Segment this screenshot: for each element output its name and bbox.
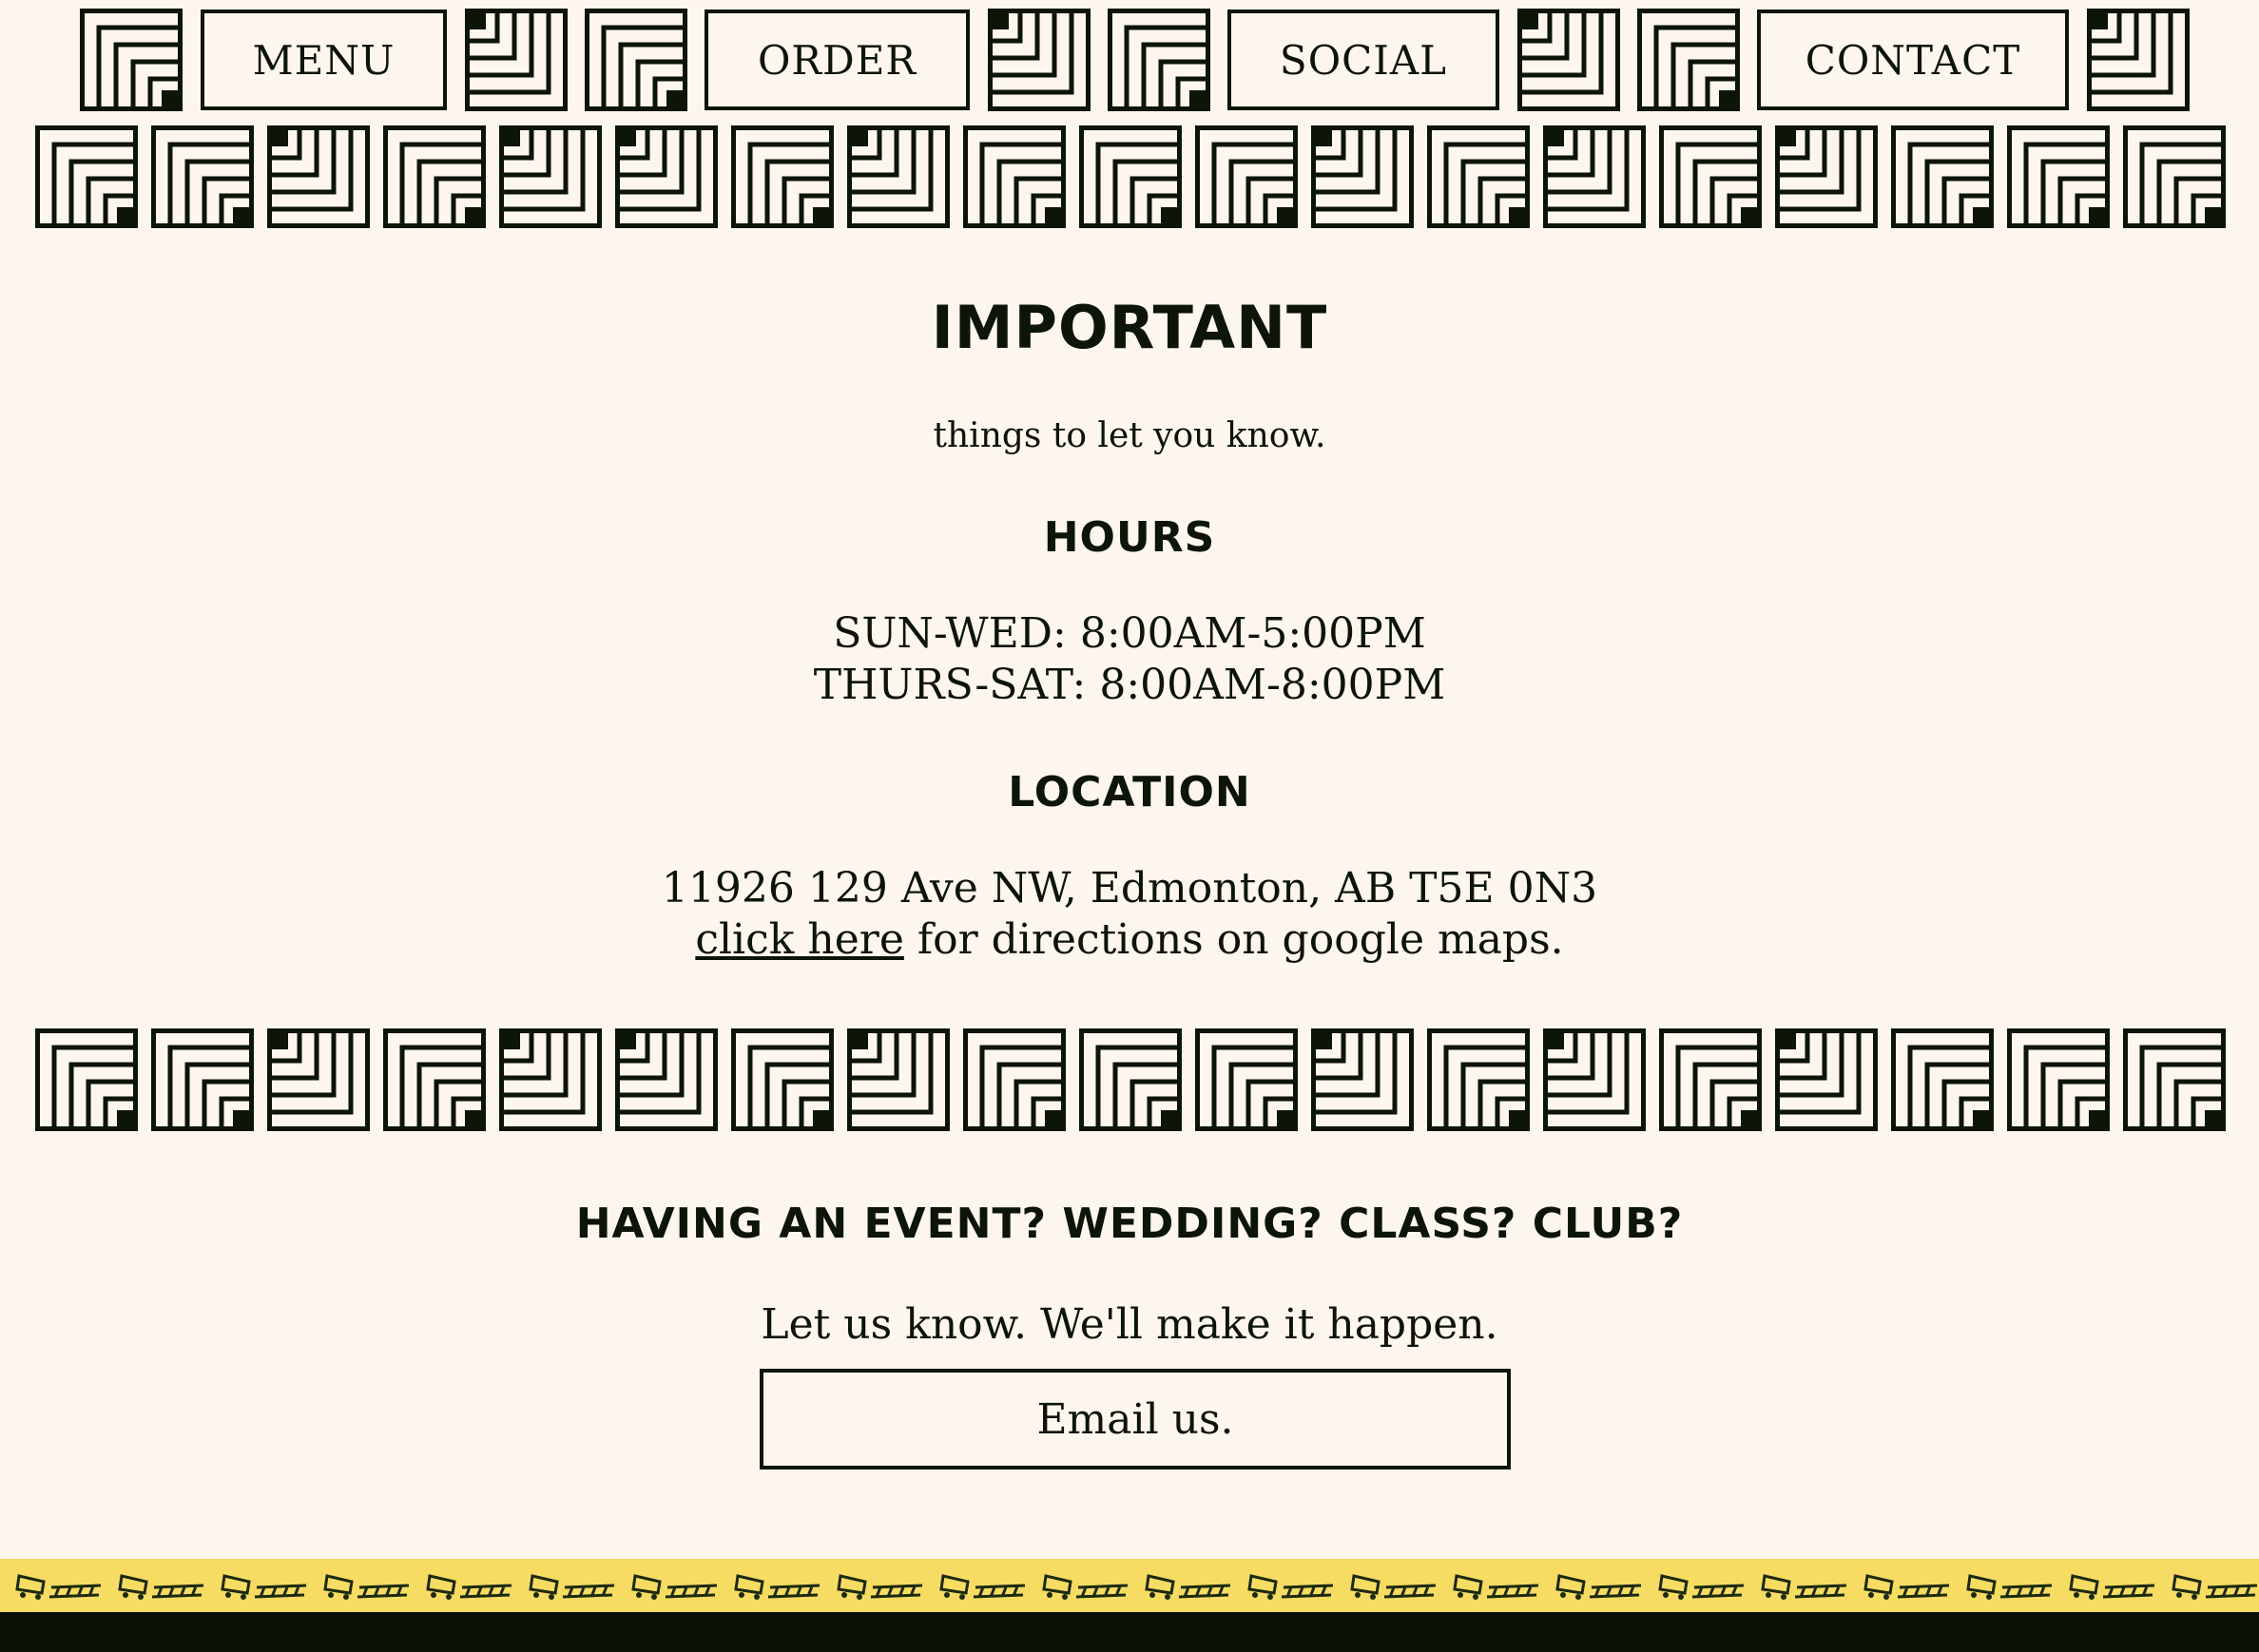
maze-tile-icon: [1659, 125, 1762, 228]
maze-tile-icon: [267, 1028, 370, 1131]
maze-tile-icon: [988, 9, 1091, 111]
maze-tile-icon: [383, 125, 486, 228]
maze-tile-icon: [2123, 1028, 2226, 1131]
maze-tile-icon: [847, 125, 950, 228]
directions-line: click here for directions on google maps…: [0, 914, 2259, 966]
maze-tile-icon: [1775, 125, 1878, 228]
maze-tile-icon: [1427, 125, 1530, 228]
rail-car-icon: [426, 1574, 512, 1600]
maze-tile-icon: [383, 1028, 486, 1131]
event-heading: HAVING AN EVENT? WEDDING? CLASS? CLUB?: [575, 1200, 1684, 1248]
rail-car-icon: [529, 1574, 615, 1600]
location-details: 11926 129 Ave NW, Edmonton, AB T5E 0N3 c…: [0, 863, 2259, 966]
maze-tile-icon: [151, 125, 254, 228]
maze-tile-icon: [1311, 1028, 1414, 1131]
maze-tile-icon: [585, 9, 687, 111]
maze-tile-icon: [1427, 1028, 1530, 1131]
maze-tile-icon: [151, 1028, 254, 1131]
rail-car-icon: [1145, 1574, 1231, 1600]
decorative-tile-border-middle: [0, 1027, 2259, 1133]
directions-link[interactable]: click here: [695, 915, 904, 964]
maze-tile-icon: [1543, 1028, 1646, 1131]
maze-tile-icon: [1517, 9, 1620, 111]
maze-tile-icon: [731, 1028, 834, 1131]
nav-order-button[interactable]: ORDER: [705, 10, 970, 110]
rail-car-icon: [1555, 1574, 1642, 1600]
maze-tile-icon: [35, 1028, 138, 1131]
rail-car-icon: [323, 1574, 410, 1600]
maze-tile-icon: [1108, 9, 1210, 111]
maze-tile-icon: [615, 125, 718, 228]
maze-tile-icon: [465, 9, 568, 111]
rail-car-icon: [1761, 1574, 1847, 1600]
rail-car-icon: [1453, 1574, 1539, 1600]
maze-tile-icon: [499, 1028, 602, 1131]
nav-menu-button[interactable]: MENU: [201, 10, 447, 110]
maze-tile-icon: [731, 125, 834, 228]
maze-tile-icon: [1659, 1028, 1762, 1131]
nav-contact-button[interactable]: CONTACT: [1757, 10, 2069, 110]
maze-tile-icon: [267, 125, 370, 228]
decorative-tile-border-top: [0, 124, 2259, 230]
maze-tile-icon: [2087, 9, 2190, 111]
rail-car-icon: [939, 1574, 1026, 1600]
directions-suffix: for directions on google maps.: [903, 915, 1564, 964]
rail-car-icon: [1042, 1574, 1129, 1600]
nav-social-button[interactable]: SOCIAL: [1227, 10, 1499, 110]
hours-line-sun-wed: SUN-WED: 8:00AM-5:00PM: [833, 609, 1426, 658]
email-us-button[interactable]: Email us.: [760, 1369, 1511, 1470]
maze-tile-icon: [2007, 125, 2110, 228]
maze-tile-icon: [2123, 125, 2226, 228]
important-heading: IMPORTANT: [931, 293, 1328, 362]
maze-tile-icon: [1079, 1028, 1182, 1131]
footer-bar: [0, 1612, 2259, 1652]
maze-tile-icon: [1637, 9, 1740, 111]
maze-tile-icon: [1775, 1028, 1878, 1131]
location-heading: LOCATION: [1008, 768, 1251, 816]
maze-tile-icon: [2007, 1028, 2110, 1131]
maze-tile-icon: [615, 1028, 718, 1131]
rail-car-icon: [2069, 1574, 2155, 1600]
rail-car-icon: [734, 1574, 821, 1600]
rail-car-icon: [221, 1574, 307, 1600]
footer-pattern-band: [0, 1559, 2259, 1612]
rail-car-icon: [1658, 1574, 1745, 1600]
rail-car-icon: [1350, 1574, 1437, 1600]
hours-line-thurs-sat: THURS-SAT: 8:00AM-8:00PM: [813, 661, 1446, 709]
rail-car-icon: [15, 1574, 102, 1600]
rail-car-icon: [118, 1574, 204, 1600]
event-subtitle: Let us know. We'll make it happen.: [761, 1300, 1498, 1349]
maze-tile-icon: [1195, 1028, 1298, 1131]
rail-car-icon: [1966, 1574, 2053, 1600]
rail-car-icon: [1863, 1574, 1950, 1600]
maze-tile-icon: [35, 125, 138, 228]
rail-car-icon: [2172, 1574, 2258, 1600]
maze-tile-icon: [847, 1028, 950, 1131]
maze-tile-icon: [499, 125, 602, 228]
rail-car-icon: [631, 1574, 718, 1600]
maze-tile-icon: [963, 125, 1066, 228]
maze-tile-icon: [1311, 125, 1414, 228]
hours-heading: HOURS: [1043, 513, 1216, 562]
maze-tile-icon: [1195, 125, 1298, 228]
maze-tile-icon: [1079, 125, 1182, 228]
location-address: 11926 129 Ave NW, Edmonton, AB T5E 0N3: [661, 864, 1598, 912]
hours-list: SUN-WED: 8:00AM-5:00PM THURS-SAT: 8:00AM…: [0, 608, 2259, 711]
maze-tile-icon: [1891, 125, 1994, 228]
important-subtitle: things to let you know.: [933, 416, 1326, 455]
rail-car-icon: [837, 1574, 923, 1600]
maze-tile-icon: [1543, 125, 1646, 228]
rail-car-icon: [1247, 1574, 1334, 1600]
maze-tile-icon: [80, 9, 183, 111]
maze-tile-icon: [1891, 1028, 1994, 1131]
maze-tile-icon: [963, 1028, 1066, 1131]
